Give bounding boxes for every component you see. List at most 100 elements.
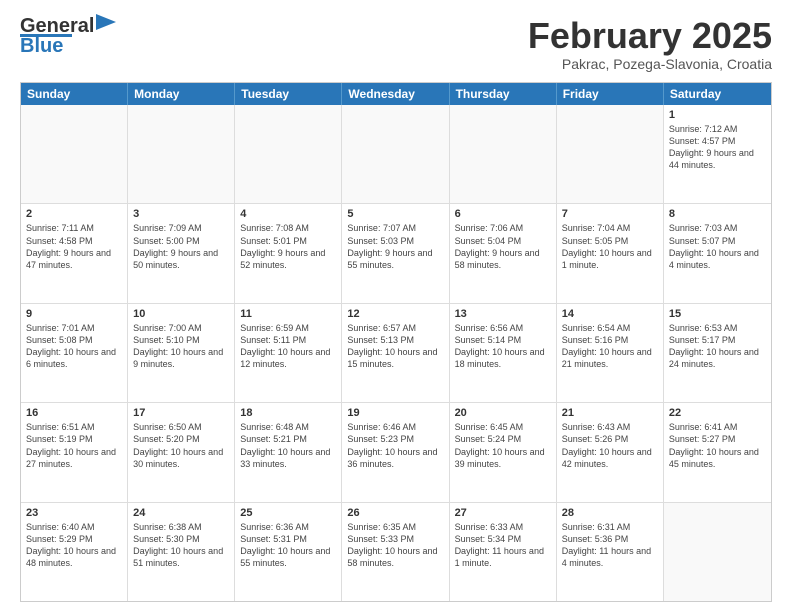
- cal-cell: 12Sunrise: 6:57 AM Sunset: 5:13 PM Dayli…: [342, 304, 449, 402]
- week-row-1: 2Sunrise: 7:11 AM Sunset: 4:58 PM Daylig…: [21, 204, 771, 303]
- header-day-tuesday: Tuesday: [235, 83, 342, 105]
- day-info: Sunrise: 6:38 AM Sunset: 5:30 PM Dayligh…: [133, 521, 229, 570]
- main-title: February 2025: [528, 16, 772, 56]
- day-number: 20: [455, 406, 551, 420]
- header-day-monday: Monday: [128, 83, 235, 105]
- day-number: 22: [669, 406, 766, 420]
- day-info: Sunrise: 6:46 AM Sunset: 5:23 PM Dayligh…: [347, 421, 443, 470]
- cal-cell: 24Sunrise: 6:38 AM Sunset: 5:30 PM Dayli…: [128, 503, 235, 601]
- logo-arrow-icon: [96, 14, 116, 30]
- day-number: 11: [240, 307, 336, 321]
- day-info: Sunrise: 6:56 AM Sunset: 5:14 PM Dayligh…: [455, 322, 551, 371]
- day-info: Sunrise: 6:54 AM Sunset: 5:16 PM Dayligh…: [562, 322, 658, 371]
- cal-cell: 13Sunrise: 6:56 AM Sunset: 5:14 PM Dayli…: [450, 304, 557, 402]
- day-number: 4: [240, 207, 336, 221]
- header: General Blue February 2025 Pakrac, Pozeg…: [20, 16, 772, 72]
- day-info: Sunrise: 6:57 AM Sunset: 5:13 PM Dayligh…: [347, 322, 443, 371]
- week-row-4: 23Sunrise: 6:40 AM Sunset: 5:29 PM Dayli…: [21, 503, 771, 601]
- day-number: 23: [26, 506, 122, 520]
- day-info: Sunrise: 7:09 AM Sunset: 5:00 PM Dayligh…: [133, 222, 229, 271]
- day-info: Sunrise: 7:07 AM Sunset: 5:03 PM Dayligh…: [347, 222, 443, 271]
- day-number: 10: [133, 307, 229, 321]
- day-number: 15: [669, 307, 766, 321]
- cal-cell: 15Sunrise: 6:53 AM Sunset: 5:17 PM Dayli…: [664, 304, 771, 402]
- day-info: Sunrise: 7:11 AM Sunset: 4:58 PM Dayligh…: [26, 222, 122, 271]
- day-number: 21: [562, 406, 658, 420]
- day-number: 27: [455, 506, 551, 520]
- day-info: Sunrise: 6:50 AM Sunset: 5:20 PM Dayligh…: [133, 421, 229, 470]
- day-info: Sunrise: 6:43 AM Sunset: 5:26 PM Dayligh…: [562, 421, 658, 470]
- cal-cell: 16Sunrise: 6:51 AM Sunset: 5:19 PM Dayli…: [21, 403, 128, 501]
- day-number: 8: [669, 207, 766, 221]
- cal-cell: [128, 105, 235, 203]
- cal-cell: [342, 105, 449, 203]
- day-info: Sunrise: 6:41 AM Sunset: 5:27 PM Dayligh…: [669, 421, 766, 470]
- day-info: Sunrise: 6:45 AM Sunset: 5:24 PM Dayligh…: [455, 421, 551, 470]
- cal-cell: 28Sunrise: 6:31 AM Sunset: 5:36 PM Dayli…: [557, 503, 664, 601]
- day-number: 14: [562, 307, 658, 321]
- cal-cell: 14Sunrise: 6:54 AM Sunset: 5:16 PM Dayli…: [557, 304, 664, 402]
- logo: General Blue: [20, 16, 116, 58]
- cal-cell: 8Sunrise: 7:03 AM Sunset: 5:07 PM Daylig…: [664, 204, 771, 302]
- day-info: Sunrise: 6:48 AM Sunset: 5:21 PM Dayligh…: [240, 421, 336, 470]
- cal-cell: 23Sunrise: 6:40 AM Sunset: 5:29 PM Dayli…: [21, 503, 128, 601]
- cal-cell: 1Sunrise: 7:12 AM Sunset: 4:57 PM Daylig…: [664, 105, 771, 203]
- header-day-saturday: Saturday: [664, 83, 771, 105]
- cal-cell: 10Sunrise: 7:00 AM Sunset: 5:10 PM Dayli…: [128, 304, 235, 402]
- day-number: 7: [562, 207, 658, 221]
- cal-cell: 25Sunrise: 6:36 AM Sunset: 5:31 PM Dayli…: [235, 503, 342, 601]
- header-day-friday: Friday: [557, 83, 664, 105]
- day-number: 25: [240, 506, 336, 520]
- cal-cell: 4Sunrise: 7:08 AM Sunset: 5:01 PM Daylig…: [235, 204, 342, 302]
- week-row-0: 1Sunrise: 7:12 AM Sunset: 4:57 PM Daylig…: [21, 105, 771, 204]
- calendar-header: SundayMondayTuesdayWednesdayThursdayFrid…: [21, 83, 771, 105]
- day-number: 28: [562, 506, 658, 520]
- cal-cell: 22Sunrise: 6:41 AM Sunset: 5:27 PM Dayli…: [664, 403, 771, 501]
- cal-cell: 18Sunrise: 6:48 AM Sunset: 5:21 PM Dayli…: [235, 403, 342, 501]
- day-number: 18: [240, 406, 336, 420]
- cal-cell: 27Sunrise: 6:33 AM Sunset: 5:34 PM Dayli…: [450, 503, 557, 601]
- day-info: Sunrise: 6:35 AM Sunset: 5:33 PM Dayligh…: [347, 521, 443, 570]
- subtitle: Pakrac, Pozega-Slavonia, Croatia: [528, 56, 772, 72]
- day-number: 26: [347, 506, 443, 520]
- cal-cell: [557, 105, 664, 203]
- day-info: Sunrise: 7:00 AM Sunset: 5:10 PM Dayligh…: [133, 322, 229, 371]
- week-row-3: 16Sunrise: 6:51 AM Sunset: 5:19 PM Dayli…: [21, 403, 771, 502]
- cal-cell: [235, 105, 342, 203]
- day-number: 5: [347, 207, 443, 221]
- cal-cell: [664, 503, 771, 601]
- cal-cell: [21, 105, 128, 203]
- cal-cell: 17Sunrise: 6:50 AM Sunset: 5:20 PM Dayli…: [128, 403, 235, 501]
- day-info: Sunrise: 7:04 AM Sunset: 5:05 PM Dayligh…: [562, 222, 658, 271]
- day-number: 16: [26, 406, 122, 420]
- day-info: Sunrise: 6:31 AM Sunset: 5:36 PM Dayligh…: [562, 521, 658, 570]
- title-section: February 2025 Pakrac, Pozega-Slavonia, C…: [528, 16, 772, 72]
- cal-cell: 19Sunrise: 6:46 AM Sunset: 5:23 PM Dayli…: [342, 403, 449, 501]
- cal-cell: 26Sunrise: 6:35 AM Sunset: 5:33 PM Dayli…: [342, 503, 449, 601]
- day-info: Sunrise: 6:40 AM Sunset: 5:29 PM Dayligh…: [26, 521, 122, 570]
- day-info: Sunrise: 7:12 AM Sunset: 4:57 PM Dayligh…: [669, 123, 766, 172]
- calendar-body: 1Sunrise: 7:12 AM Sunset: 4:57 PM Daylig…: [21, 105, 771, 601]
- day-number: 6: [455, 207, 551, 221]
- day-info: Sunrise: 6:51 AM Sunset: 5:19 PM Dayligh…: [26, 421, 122, 470]
- day-number: 2: [26, 207, 122, 221]
- cal-cell: 9Sunrise: 7:01 AM Sunset: 5:08 PM Daylig…: [21, 304, 128, 402]
- day-number: 9: [26, 307, 122, 321]
- day-info: Sunrise: 7:08 AM Sunset: 5:01 PM Dayligh…: [240, 222, 336, 271]
- day-info: Sunrise: 6:53 AM Sunset: 5:17 PM Dayligh…: [669, 322, 766, 371]
- cal-cell: 21Sunrise: 6:43 AM Sunset: 5:26 PM Dayli…: [557, 403, 664, 501]
- calendar: SundayMondayTuesdayWednesdayThursdayFrid…: [20, 82, 772, 602]
- day-info: Sunrise: 6:33 AM Sunset: 5:34 PM Dayligh…: [455, 521, 551, 570]
- cal-cell: 3Sunrise: 7:09 AM Sunset: 5:00 PM Daylig…: [128, 204, 235, 302]
- day-info: Sunrise: 7:01 AM Sunset: 5:08 PM Dayligh…: [26, 322, 122, 371]
- page: General Blue February 2025 Pakrac, Pozeg…: [0, 0, 792, 612]
- day-number: 17: [133, 406, 229, 420]
- header-day-wednesday: Wednesday: [342, 83, 449, 105]
- day-number: 1: [669, 108, 766, 122]
- day-number: 3: [133, 207, 229, 221]
- day-info: Sunrise: 7:03 AM Sunset: 5:07 PM Dayligh…: [669, 222, 766, 271]
- week-row-2: 9Sunrise: 7:01 AM Sunset: 5:08 PM Daylig…: [21, 304, 771, 403]
- cal-cell: 7Sunrise: 7:04 AM Sunset: 5:05 PM Daylig…: [557, 204, 664, 302]
- cal-cell: 5Sunrise: 7:07 AM Sunset: 5:03 PM Daylig…: [342, 204, 449, 302]
- day-number: 13: [455, 307, 551, 321]
